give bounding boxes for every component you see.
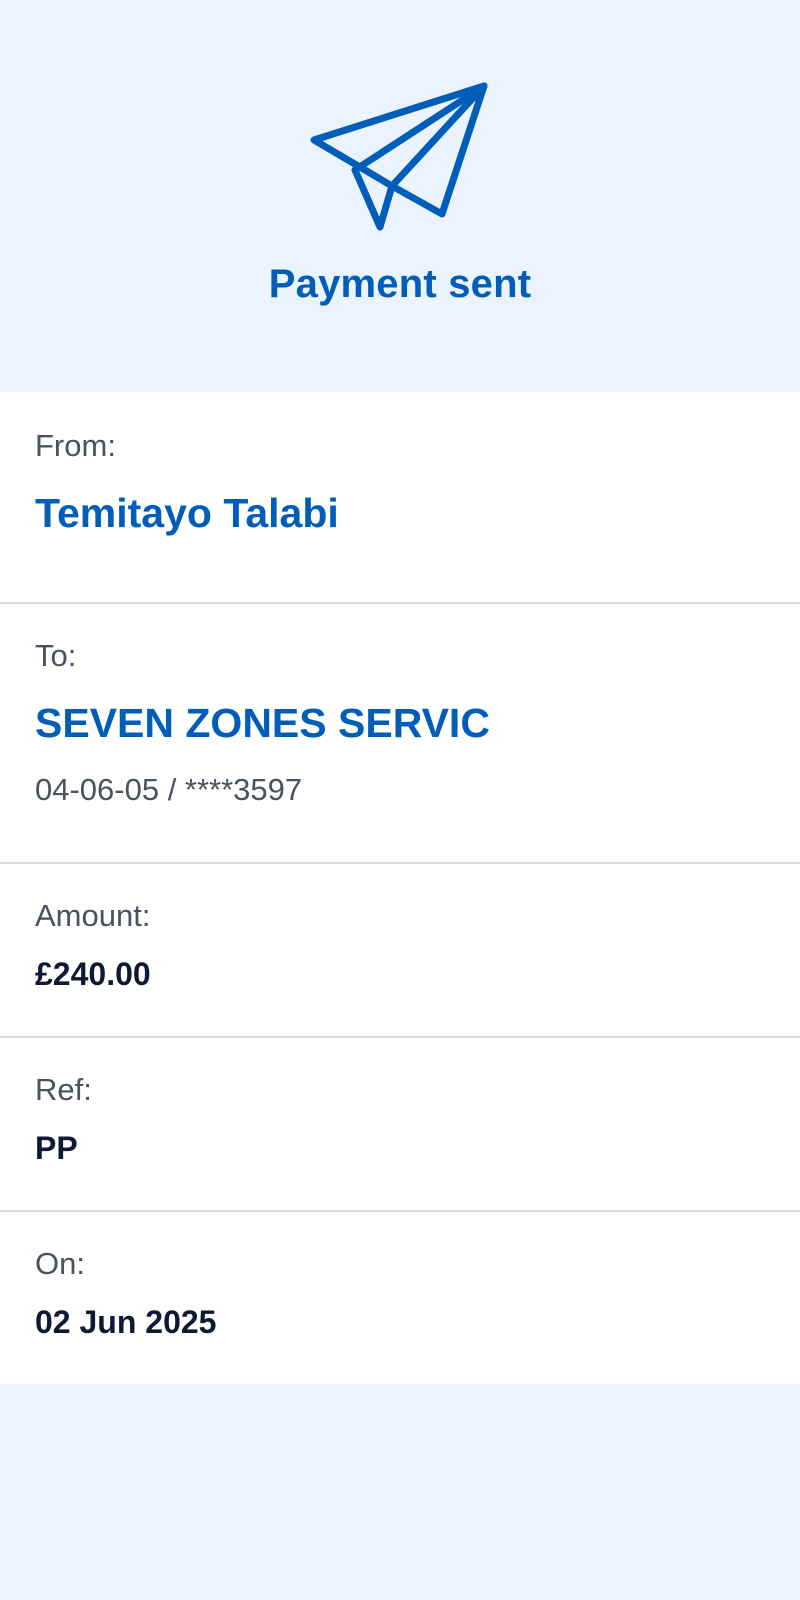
payment-details: From: Temitayo Talabi To: SEVEN ZONES SE… [0, 392, 800, 1384]
ref-value: PP [35, 1130, 78, 1166]
to-name: SEVEN ZONES SERVIC [35, 700, 490, 746]
to-label: To: [35, 638, 77, 673]
confirmation-header: Payment sent [0, 0, 800, 392]
date-section: On: 02 Jun 2025 [0, 1212, 800, 1384]
footer-background [0, 1384, 800, 1600]
ref-label: Ref: [35, 1072, 92, 1107]
from-label: From: [35, 428, 116, 463]
to-account: 04-06-05 / ****3597 [35, 772, 303, 807]
from-section: From: Temitayo Talabi [0, 392, 800, 604]
ref-section: Ref: PP [0, 1038, 800, 1212]
page-title: Payment sent [268, 262, 532, 306]
from-name: Temitayo Talabi [35, 490, 339, 536]
to-section: To: SEVEN ZONES SERVIC 04-06-05 / ****35… [0, 604, 800, 864]
amount-label: Amount: [35, 898, 151, 933]
date-label: On: [35, 1246, 85, 1281]
amount-section: Amount: £240.00 [0, 864, 800, 1038]
amount-value: £240.00 [35, 956, 151, 992]
date-value: 02 Jun 2025 [35, 1304, 217, 1340]
